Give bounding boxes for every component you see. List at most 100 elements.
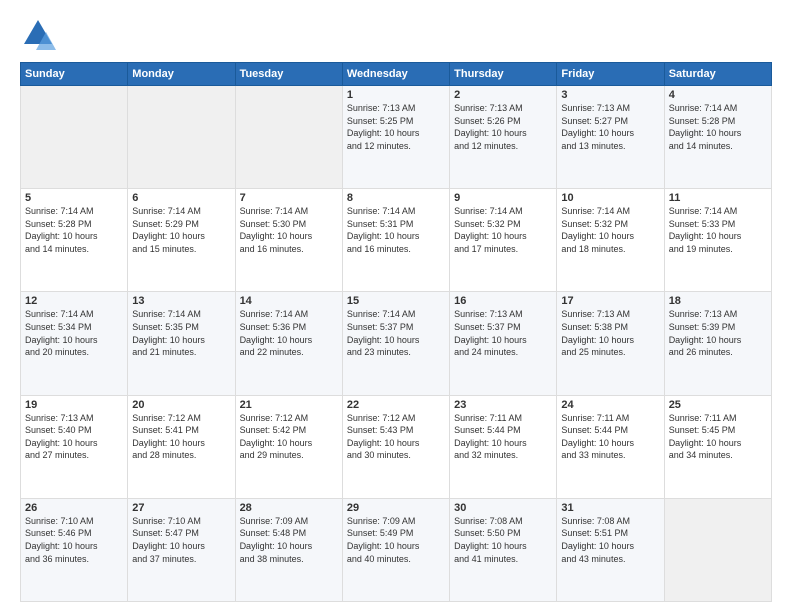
day-number: 5: [25, 192, 123, 204]
calendar-cell: 28Sunrise: 7:09 AM Sunset: 5:48 PM Dayli…: [235, 498, 342, 601]
day-number: 22: [347, 399, 445, 411]
calendar-cell: 8Sunrise: 7:14 AM Sunset: 5:31 PM Daylig…: [342, 189, 449, 292]
calendar-cell: 27Sunrise: 7:10 AM Sunset: 5:47 PM Dayli…: [128, 498, 235, 601]
calendar-cell: 16Sunrise: 7:13 AM Sunset: 5:37 PM Dayli…: [450, 292, 557, 395]
calendar-cell: 21Sunrise: 7:12 AM Sunset: 5:42 PM Dayli…: [235, 395, 342, 498]
day-info: Sunrise: 7:14 AM Sunset: 5:32 PM Dayligh…: [561, 205, 659, 255]
day-info: Sunrise: 7:09 AM Sunset: 5:48 PM Dayligh…: [240, 515, 338, 565]
day-number: 31: [561, 502, 659, 514]
calendar-cell: 31Sunrise: 7:08 AM Sunset: 5:51 PM Dayli…: [557, 498, 664, 601]
day-info: Sunrise: 7:14 AM Sunset: 5:28 PM Dayligh…: [669, 102, 767, 152]
calendar-cell: 1Sunrise: 7:13 AM Sunset: 5:25 PM Daylig…: [342, 86, 449, 189]
calendar-cell: 25Sunrise: 7:11 AM Sunset: 5:45 PM Dayli…: [664, 395, 771, 498]
calendar-cell: 9Sunrise: 7:14 AM Sunset: 5:32 PM Daylig…: [450, 189, 557, 292]
day-info: Sunrise: 7:08 AM Sunset: 5:51 PM Dayligh…: [561, 515, 659, 565]
weekday-header-tuesday: Tuesday: [235, 63, 342, 86]
logo-icon: [20, 16, 56, 52]
day-info: Sunrise: 7:12 AM Sunset: 5:41 PM Dayligh…: [132, 412, 230, 462]
day-info: Sunrise: 7:10 AM Sunset: 5:46 PM Dayligh…: [25, 515, 123, 565]
calendar-cell: 4Sunrise: 7:14 AM Sunset: 5:28 PM Daylig…: [664, 86, 771, 189]
day-info: Sunrise: 7:08 AM Sunset: 5:50 PM Dayligh…: [454, 515, 552, 565]
day-number: 30: [454, 502, 552, 514]
day-info: Sunrise: 7:12 AM Sunset: 5:42 PM Dayligh…: [240, 412, 338, 462]
weekday-header-sunday: Sunday: [21, 63, 128, 86]
calendar-cell: 23Sunrise: 7:11 AM Sunset: 5:44 PM Dayli…: [450, 395, 557, 498]
day-info: Sunrise: 7:11 AM Sunset: 5:44 PM Dayligh…: [454, 412, 552, 462]
day-info: Sunrise: 7:13 AM Sunset: 5:26 PM Dayligh…: [454, 102, 552, 152]
day-info: Sunrise: 7:14 AM Sunset: 5:32 PM Dayligh…: [454, 205, 552, 255]
day-info: Sunrise: 7:14 AM Sunset: 5:37 PM Dayligh…: [347, 308, 445, 358]
day-info: Sunrise: 7:13 AM Sunset: 5:25 PM Dayligh…: [347, 102, 445, 152]
day-number: 4: [669, 89, 767, 101]
calendar-cell: 29Sunrise: 7:09 AM Sunset: 5:49 PM Dayli…: [342, 498, 449, 601]
day-info: Sunrise: 7:13 AM Sunset: 5:38 PM Dayligh…: [561, 308, 659, 358]
day-number: 6: [132, 192, 230, 204]
calendar-cell: 12Sunrise: 7:14 AM Sunset: 5:34 PM Dayli…: [21, 292, 128, 395]
calendar-cell: 26Sunrise: 7:10 AM Sunset: 5:46 PM Dayli…: [21, 498, 128, 601]
day-number: 27: [132, 502, 230, 514]
day-info: Sunrise: 7:10 AM Sunset: 5:47 PM Dayligh…: [132, 515, 230, 565]
day-number: 11: [669, 192, 767, 204]
day-number: 20: [132, 399, 230, 411]
day-number: 2: [454, 89, 552, 101]
calendar-cell: 5Sunrise: 7:14 AM Sunset: 5:28 PM Daylig…: [21, 189, 128, 292]
day-number: 24: [561, 399, 659, 411]
day-number: 28: [240, 502, 338, 514]
day-number: 26: [25, 502, 123, 514]
day-number: 14: [240, 295, 338, 307]
calendar-cell: 10Sunrise: 7:14 AM Sunset: 5:32 PM Dayli…: [557, 189, 664, 292]
day-number: 7: [240, 192, 338, 204]
weekday-header-row: SundayMondayTuesdayWednesdayThursdayFrid…: [21, 63, 772, 86]
week-row-1: 1Sunrise: 7:13 AM Sunset: 5:25 PM Daylig…: [21, 86, 772, 189]
day-number: 1: [347, 89, 445, 101]
day-number: 17: [561, 295, 659, 307]
weekday-header-wednesday: Wednesday: [342, 63, 449, 86]
day-info: Sunrise: 7:11 AM Sunset: 5:45 PM Dayligh…: [669, 412, 767, 462]
week-row-2: 5Sunrise: 7:14 AM Sunset: 5:28 PM Daylig…: [21, 189, 772, 292]
day-number: 13: [132, 295, 230, 307]
day-info: Sunrise: 7:13 AM Sunset: 5:39 PM Dayligh…: [669, 308, 767, 358]
calendar-cell: 11Sunrise: 7:14 AM Sunset: 5:33 PM Dayli…: [664, 189, 771, 292]
week-row-4: 19Sunrise: 7:13 AM Sunset: 5:40 PM Dayli…: [21, 395, 772, 498]
day-info: Sunrise: 7:13 AM Sunset: 5:37 PM Dayligh…: [454, 308, 552, 358]
day-number: 3: [561, 89, 659, 101]
weekday-header-friday: Friday: [557, 63, 664, 86]
day-info: Sunrise: 7:14 AM Sunset: 5:30 PM Dayligh…: [240, 205, 338, 255]
day-info: Sunrise: 7:14 AM Sunset: 5:34 PM Dayligh…: [25, 308, 123, 358]
calendar-cell: [128, 86, 235, 189]
calendar-cell: 7Sunrise: 7:14 AM Sunset: 5:30 PM Daylig…: [235, 189, 342, 292]
day-info: Sunrise: 7:14 AM Sunset: 5:33 PM Dayligh…: [669, 205, 767, 255]
calendar-cell: 14Sunrise: 7:14 AM Sunset: 5:36 PM Dayli…: [235, 292, 342, 395]
calendar-cell: 17Sunrise: 7:13 AM Sunset: 5:38 PM Dayli…: [557, 292, 664, 395]
calendar-cell: 18Sunrise: 7:13 AM Sunset: 5:39 PM Dayli…: [664, 292, 771, 395]
week-row-3: 12Sunrise: 7:14 AM Sunset: 5:34 PM Dayli…: [21, 292, 772, 395]
day-info: Sunrise: 7:14 AM Sunset: 5:35 PM Dayligh…: [132, 308, 230, 358]
day-number: 12: [25, 295, 123, 307]
calendar-table: SundayMondayTuesdayWednesdayThursdayFrid…: [20, 62, 772, 602]
day-number: 23: [454, 399, 552, 411]
calendar-cell: [235, 86, 342, 189]
week-row-5: 26Sunrise: 7:10 AM Sunset: 5:46 PM Dayli…: [21, 498, 772, 601]
day-info: Sunrise: 7:09 AM Sunset: 5:49 PM Dayligh…: [347, 515, 445, 565]
page: SundayMondayTuesdayWednesdayThursdayFrid…: [0, 0, 792, 612]
calendar-cell: 2Sunrise: 7:13 AM Sunset: 5:26 PM Daylig…: [450, 86, 557, 189]
day-number: 25: [669, 399, 767, 411]
calendar-cell: 30Sunrise: 7:08 AM Sunset: 5:50 PM Dayli…: [450, 498, 557, 601]
day-number: 16: [454, 295, 552, 307]
calendar-cell: 19Sunrise: 7:13 AM Sunset: 5:40 PM Dayli…: [21, 395, 128, 498]
logo: [20, 16, 62, 52]
weekday-header-thursday: Thursday: [450, 63, 557, 86]
calendar-cell: [664, 498, 771, 601]
weekday-header-saturday: Saturday: [664, 63, 771, 86]
day-number: 15: [347, 295, 445, 307]
day-number: 29: [347, 502, 445, 514]
day-info: Sunrise: 7:12 AM Sunset: 5:43 PM Dayligh…: [347, 412, 445, 462]
calendar-cell: [21, 86, 128, 189]
day-info: Sunrise: 7:13 AM Sunset: 5:27 PM Dayligh…: [561, 102, 659, 152]
day-number: 9: [454, 192, 552, 204]
day-number: 18: [669, 295, 767, 307]
calendar-cell: 22Sunrise: 7:12 AM Sunset: 5:43 PM Dayli…: [342, 395, 449, 498]
day-number: 21: [240, 399, 338, 411]
day-info: Sunrise: 7:14 AM Sunset: 5:29 PM Dayligh…: [132, 205, 230, 255]
calendar-cell: 6Sunrise: 7:14 AM Sunset: 5:29 PM Daylig…: [128, 189, 235, 292]
